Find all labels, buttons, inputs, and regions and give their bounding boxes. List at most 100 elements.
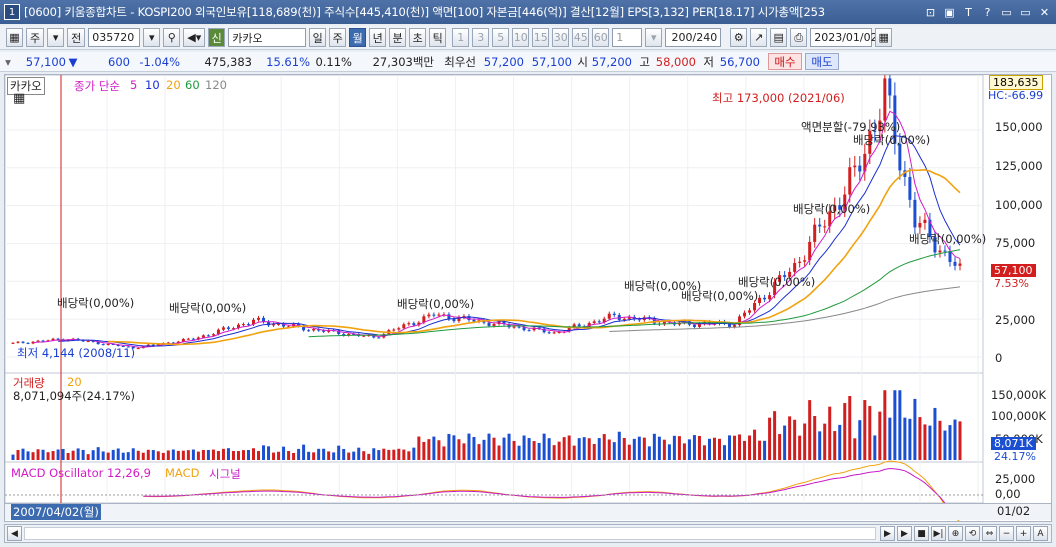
period-week[interactable]: 주 (329, 28, 347, 47)
calendar-icon[interactable]: ▦ (875, 28, 893, 47)
close-icon[interactable]: ✕ (1037, 5, 1052, 20)
volume-bar (467, 433, 471, 460)
minus-icon[interactable]: − (999, 526, 1014, 541)
candle (768, 295, 772, 300)
volume-bar (151, 450, 155, 460)
candle (257, 317, 261, 320)
volume-bar (697, 435, 701, 460)
volume-bar (632, 438, 636, 460)
count-select[interactable]: 1 (612, 28, 643, 47)
interval-5[interactable]: 5 (492, 28, 510, 47)
volume-bar (572, 445, 576, 460)
tools-icon[interactable]: ⚙ (730, 28, 748, 47)
interval-10[interactable]: 10 (512, 28, 530, 47)
volume-bar (442, 446, 446, 460)
scrollbar[interactable]: ◀ ▶ ▶ ■ ▶| ⊕ ⟲ ⇔ − + A (4, 524, 1052, 543)
volume-bar (913, 398, 917, 460)
interval-15[interactable]: 15 (532, 28, 550, 47)
code-input[interactable]: 035720 (88, 28, 141, 47)
volume-bar (793, 419, 797, 460)
minimize-icon[interactable]: ▭ (999, 5, 1014, 20)
candle (908, 176, 912, 200)
market-select[interactable]: 주 (26, 28, 45, 47)
volume-bar (858, 420, 862, 460)
y-tick-125000: 125,000 (995, 159, 1043, 173)
skip-icon[interactable]: ▶| (931, 526, 946, 541)
dividend-2010: 배당락(0,00%) (169, 301, 247, 315)
volume-bar (437, 440, 441, 460)
volume-bar (773, 411, 777, 460)
stock-name-field[interactable]: 카카오 (228, 28, 307, 47)
volume-bar (712, 437, 716, 460)
period-day[interactable]: 일 (309, 28, 327, 47)
prev-select[interactable]: 전 (67, 28, 86, 47)
help-icon[interactable]: ? (980, 5, 995, 20)
period-year[interactable]: 년 (369, 28, 387, 47)
date-field[interactable]: 2023/01/02 (810, 28, 878, 47)
layout-icon[interactable]: ▣ (942, 5, 957, 20)
scroll-left-icon[interactable]: ◀ (7, 526, 22, 541)
draw-icon[interactable]: ↗ (750, 28, 768, 47)
candle (733, 325, 737, 327)
volume-bar (823, 423, 827, 460)
scroll-right-icon[interactable]: ▶ (880, 526, 895, 541)
print-icon[interactable]: ⎙ (790, 28, 808, 47)
range-field[interactable]: 200/240 (665, 28, 722, 47)
candle (472, 319, 476, 322)
grid-icon[interactable]: ▦ (6, 28, 23, 47)
count-dropdown-icon[interactable]: ▾ (645, 28, 663, 47)
volume-bar (592, 444, 596, 460)
chart-area[interactable]: 2008200920102011201220132014201520162017… (4, 74, 1052, 522)
link-icon[interactable]: ⊡ (923, 5, 938, 20)
volume-bar (307, 451, 311, 460)
interval-45[interactable]: 45 (572, 28, 590, 47)
volume-bar (81, 449, 85, 460)
plus-icon[interactable]: + (1016, 526, 1031, 541)
period-second[interactable]: 초 (409, 28, 427, 47)
volume-bar (141, 452, 145, 460)
pin-icon[interactable]: T (961, 5, 976, 20)
quote-menu-icon[interactable]: ▾ (0, 55, 16, 69)
interval-3[interactable]: 3 (472, 28, 490, 47)
interval-60[interactable]: 60 (592, 28, 610, 47)
volume-bar (687, 439, 691, 460)
interval-30[interactable]: 30 (552, 28, 570, 47)
period-minute[interactable]: 분 (389, 28, 407, 47)
x-axis (5, 503, 1051, 520)
candle (748, 310, 752, 313)
candle (402, 324, 406, 329)
volume-bar (602, 434, 606, 460)
search-icon[interactable]: ⚲ (163, 28, 181, 47)
volume-bar (763, 440, 767, 460)
volume-bar (246, 449, 250, 460)
chevron-down-icon[interactable]: ▾ (47, 28, 65, 47)
volume-bar (262, 445, 266, 460)
play-icon[interactable]: ▶ (897, 526, 912, 541)
scroll-track[interactable] (24, 527, 876, 540)
buy-button[interactable]: 매수 (768, 53, 802, 70)
save-icon[interactable]: ▤ (770, 28, 788, 47)
sell-button[interactable]: 매도 (805, 53, 839, 70)
table-icon[interactable]: ▦ (13, 91, 25, 106)
pan-icon[interactable]: ⟲ (965, 526, 980, 541)
volume-bar (126, 452, 130, 460)
period-month[interactable]: 월 (349, 28, 367, 47)
volume-bar (347, 452, 351, 460)
interval-1[interactable]: 1 (452, 28, 470, 47)
fit-icon[interactable]: ⇔ (982, 526, 997, 541)
stop-icon[interactable]: ■ (914, 526, 929, 541)
auto-icon[interactable]: A (1033, 526, 1048, 541)
candle (397, 328, 401, 330)
code-dropdown-icon[interactable]: ▾ (143, 28, 161, 47)
candle (923, 219, 927, 223)
stock-badge-icon[interactable]: 신 (208, 28, 226, 47)
zoom-icon[interactable]: ⊕ (948, 526, 963, 541)
volume-bar (948, 425, 952, 460)
maximize-icon[interactable]: ▭ (1018, 5, 1033, 20)
volume-bar (753, 429, 757, 460)
period-tick[interactable]: 틱 (429, 28, 447, 47)
sound-icon[interactable]: ◀▾ (183, 28, 206, 47)
volume-bar (61, 448, 65, 460)
volume-bar (111, 449, 115, 460)
high-label: 고 (639, 54, 650, 69)
